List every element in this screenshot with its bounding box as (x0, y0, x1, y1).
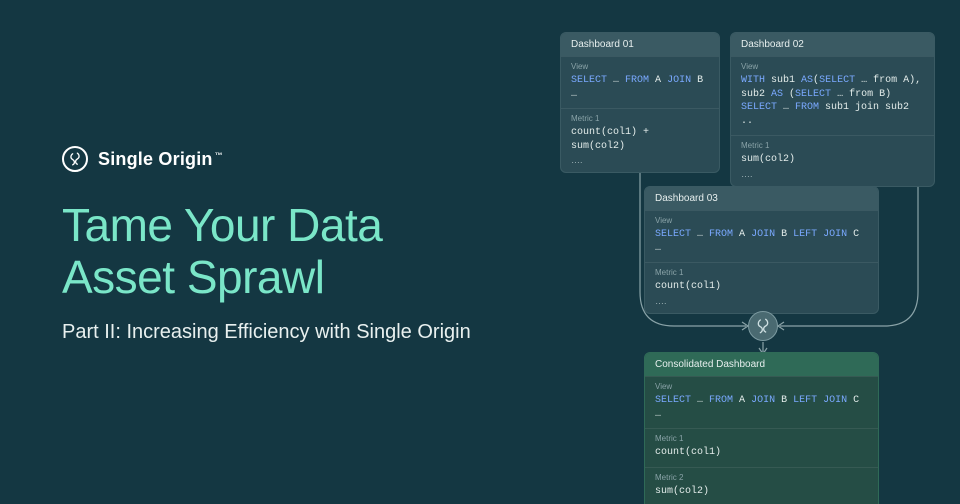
view-sql: WITH sub1 AS(SELECT … from A), sub2 AS (… (741, 74, 924, 128)
card-title: Consolidated Dashboard (645, 353, 878, 376)
subhead: Part II: Increasing Efficiency with Sing… (62, 321, 502, 344)
logo-icon (62, 146, 88, 172)
card-title: Dashboard 01 (561, 33, 719, 56)
headline: Tame Your Data Asset Sprawl (62, 200, 502, 303)
diagram: Dashboard 01 View SELECT … FROM A JOIN B… (560, 32, 950, 492)
view-label: View (655, 382, 868, 391)
card-title: Dashboard 02 (731, 33, 934, 56)
view-sql: SELECT … FROM A JOIN B LEFT JOIN C … (655, 228, 868, 255)
dashboard-01-card: Dashboard 01 View SELECT … FROM A JOIN B… (560, 32, 720, 173)
view-section: View WITH sub1 AS(SELECT … from A), sub2… (731, 56, 934, 135)
metric-section: Metric 1 sum(col2) …. (731, 135, 934, 186)
ellipsis: …. (655, 296, 868, 306)
metric-section: Metric 1 count(col1) (645, 428, 878, 467)
view-section: View SELECT … FROM A JOIN B LEFT JOIN C … (645, 376, 878, 428)
metric-section: Metric 1 count(col1) …. (645, 262, 878, 313)
metric-value: count(col1) + sum(col2) (571, 126, 709, 153)
view-label: View (741, 62, 924, 71)
dashboard-02-card: Dashboard 02 View WITH sub1 AS(SELECT … … (730, 32, 935, 187)
metric-label: Metric 1 (655, 268, 868, 277)
view-label: View (655, 216, 868, 225)
view-section: View SELECT … FROM A JOIN B … (561, 56, 719, 108)
card-title: Dashboard 03 (645, 187, 878, 210)
view-sql: SELECT … FROM A JOIN B LEFT JOIN C … (655, 394, 868, 421)
hub-node-icon (748, 311, 778, 341)
metric-label: Metric 1 (741, 141, 924, 150)
metric-value: count(col1) (655, 280, 868, 294)
metric-label: Metric 2 (655, 473, 868, 482)
metric-section: Metric 1 count(col1) + sum(col2) …. (561, 108, 719, 172)
ellipsis: …. (571, 155, 709, 165)
view-sql: SELECT … FROM A JOIN B … (571, 74, 709, 101)
consolidated-dashboard-card: Consolidated Dashboard View SELECT … FRO… (644, 352, 879, 504)
metric-value: sum(col2) (741, 153, 924, 167)
metric-label: Metric 1 (571, 114, 709, 123)
metric-section: Metric 2 sum(col2) (645, 467, 878, 504)
dashboard-03-card: Dashboard 03 View SELECT … FROM A JOIN B… (644, 186, 879, 314)
view-label: View (571, 62, 709, 71)
metric-label: Metric 1 (655, 434, 868, 443)
hero-left: Single Origin™ Tame Your Data Asset Spra… (62, 146, 502, 344)
brand: Single Origin™ (62, 146, 502, 172)
brand-name: Single Origin™ (98, 149, 223, 170)
metric-value: count(col1) (655, 446, 868, 460)
metric-value: sum(col2) (655, 485, 868, 499)
trademark: ™ (215, 151, 223, 160)
view-section: View SELECT … FROM A JOIN B LEFT JOIN C … (645, 210, 878, 262)
ellipsis: …. (741, 169, 924, 179)
